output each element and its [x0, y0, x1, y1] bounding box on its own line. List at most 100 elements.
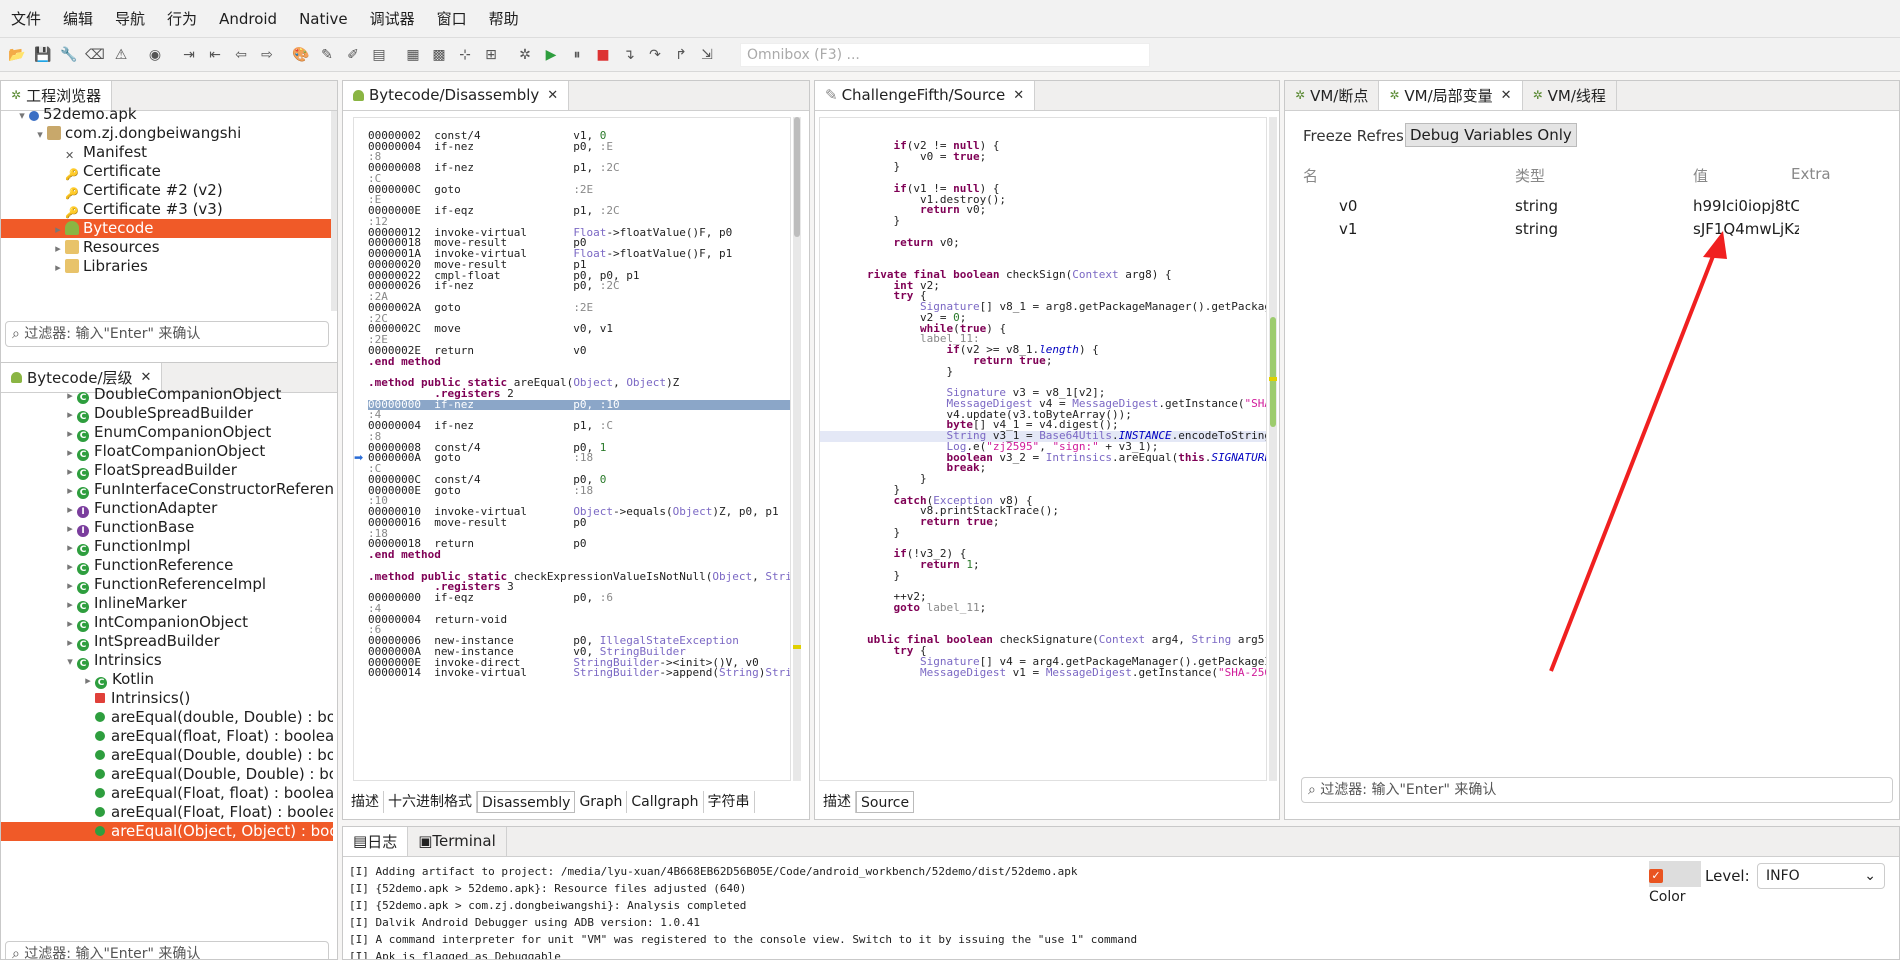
tree-item[interactable]: ▸ C DoubleSpreadBuilder: [1, 404, 333, 423]
tree-item[interactable]: ▸ C EnumCompanionObject: [1, 423, 333, 442]
wrench-icon[interactable]: 🔧: [58, 44, 80, 66]
expand-arrow-icon[interactable]: ▸: [63, 538, 77, 557]
tree-item[interactable]: ▸ C FunctionReferenceImpl: [1, 575, 333, 594]
tree-item[interactable]: ▸ C IntCompanionObject: [1, 613, 333, 632]
blocks-icon[interactable]: ▩: [428, 44, 450, 66]
xref-icon[interactable]: ⇤: [204, 44, 226, 66]
graph-icon[interactable]: ⊹: [454, 44, 476, 66]
stop-icon[interactable]: ■: [592, 44, 614, 66]
bottom-tab[interactable]: 描述: [347, 791, 384, 813]
expand-arrow-icon[interactable]: ▸: [63, 595, 77, 614]
tree-item[interactable]: ▸ I FunctionAdapter: [1, 499, 333, 518]
palette-icon[interactable]: 🎨: [290, 44, 312, 66]
tree-item[interactable]: areEqual(float, Float) : boolean: [1, 727, 333, 746]
tree-item[interactable]: areEqual(Object, Object) : boolean: [1, 822, 333, 841]
expand-arrow-icon[interactable]: ▸: [63, 633, 77, 652]
menu-item-2[interactable]: 导航: [104, 0, 156, 38]
tree-item[interactable]: ▾ C Intrinsics: [1, 651, 333, 670]
menu-item-1[interactable]: 编辑: [52, 0, 104, 38]
menu-item-0[interactable]: 文件: [0, 0, 52, 38]
expand-arrow-icon[interactable]: ▸: [63, 405, 77, 424]
expand-arrow-icon[interactable]: ▸: [81, 671, 95, 690]
doc-icon[interactable]: ▤: [368, 44, 390, 66]
tree-item[interactable]: ▸ C FunInterfaceConstructorReference: [1, 480, 333, 499]
jump-icon[interactable]: ⇥: [178, 44, 200, 66]
warning-icon[interactable]: ⚠: [110, 44, 132, 66]
tree-item[interactable]: ▸ Resources: [1, 238, 331, 257]
tree-item[interactable]: ▸ Bytecode: [1, 219, 331, 238]
tree-item[interactable]: ▸ C FunctionImpl: [1, 537, 333, 556]
tree-item[interactable]: 🔑 Certificate #2 (v2): [1, 181, 331, 200]
tab-log-1[interactable]: ▣ Terminal: [408, 827, 507, 856]
menu-item-7[interactable]: 窗口: [426, 0, 478, 38]
tree-item[interactable]: 🔑 Certificate #3 (v3): [1, 200, 331, 219]
expand-arrow-icon[interactable]: ▸: [51, 220, 65, 239]
bottom-tab[interactable]: Graph: [575, 791, 628, 813]
vm-filter-input[interactable]: ⌕ 过滤器: 输入"Enter" 来确认: [1301, 777, 1893, 803]
run-icon[interactable]: ▶: [540, 44, 562, 66]
bottom-tab[interactable]: 字符串: [704, 791, 755, 813]
expand-arrow-icon[interactable]: ▾: [33, 125, 47, 144]
tree-item[interactable]: ▸ I FunctionBase: [1, 518, 333, 537]
menu-item-4[interactable]: Android: [208, 0, 288, 38]
bottom-tab[interactable]: Disassembly: [477, 791, 576, 813]
level-select[interactable]: INFO ⌄: [1757, 863, 1885, 889]
tree-item[interactable]: ▸ C FloatCompanionObject: [1, 442, 333, 461]
step-into-icon[interactable]: ↴: [618, 44, 640, 66]
step-out-icon[interactable]: ↱: [670, 44, 692, 66]
menu-item-6[interactable]: 调试器: [359, 0, 426, 38]
bottom-tab[interactable]: 十六进制格式: [384, 791, 477, 813]
tree-item[interactable]: areEqual(Float, Float) : boolean: [1, 803, 333, 822]
globe-icon[interactable]: ◉: [144, 44, 166, 66]
open-icon[interactable]: 📂: [6, 44, 28, 66]
step-over-icon[interactable]: ↷: [644, 44, 666, 66]
tree-item[interactable]: areEqual(Float, float) : boolean: [1, 784, 333, 803]
hierarchy-filter-input[interactable]: ⌕ 过滤器: 输入"Enter" 来确认: [5, 941, 329, 959]
tree-item[interactable]: ▸ C FunctionReference: [1, 556, 333, 575]
run-to-cursor-icon[interactable]: ⇲: [696, 44, 718, 66]
expand-arrow-icon[interactable]: ▾: [15, 106, 29, 125]
disassembly-code-view[interactable]: 00000002 const/4 v1, 0 00000004 if-nez p0…: [353, 117, 791, 781]
project-filter-input[interactable]: ⌕ 过滤器: 输入"Enter" 来确认: [5, 321, 329, 347]
tree-item[interactable]: ▾ com.zj.dongbeiwangshi: [1, 124, 331, 143]
expand-arrow-icon[interactable]: ▸: [63, 614, 77, 633]
tab-source[interactable]: ✎ ChallengeFifth/Source ✕: [815, 81, 1036, 110]
expand-arrow-icon[interactable]: ▾: [63, 652, 77, 671]
tree-item[interactable]: ▾ 52demo.apk: [1, 105, 331, 124]
bottom-tab[interactable]: Callgraph: [627, 791, 704, 813]
expand-arrow-icon[interactable]: ▸: [63, 481, 77, 500]
menu-item-5[interactable]: Native: [288, 0, 359, 38]
tree-item[interactable]: 🔑 Certificate: [1, 162, 331, 181]
menu-item-3[interactable]: 行为: [156, 0, 208, 38]
grid-icon[interactable]: ▦: [402, 44, 424, 66]
tree-item[interactable]: ▸ C FloatSpreadBuilder: [1, 461, 333, 480]
tree-item[interactable]: areEqual(double, Double) : boolean: [1, 708, 333, 727]
close-icon[interactable]: ✕: [141, 370, 152, 385]
expand-arrow-icon[interactable]: ▸: [63, 557, 77, 576]
omnibox-input[interactable]: Omnibox (F3) ...: [740, 42, 1150, 67]
scrollbar[interactable]: [1269, 117, 1277, 781]
expand-arrow-icon[interactable]: ▸: [63, 424, 77, 443]
scrollbar[interactable]: [793, 117, 801, 781]
tab-disassembly[interactable]: Bytecode/Disassembly ✕: [343, 81, 570, 110]
tree-item[interactable]: ▸ C Kotlin: [1, 670, 333, 689]
expand-arrow-icon[interactable]: ▸: [51, 239, 65, 258]
expand-arrow-icon[interactable]: ▸: [63, 500, 77, 519]
forward-icon[interactable]: ⇨: [256, 44, 278, 66]
tree-item[interactable]: areEqual(Double, Double) : boolean: [1, 765, 333, 784]
back-icon[interactable]: ⇦: [230, 44, 252, 66]
bottom-tab[interactable]: 描述: [819, 791, 856, 813]
expand-arrow-icon[interactable]: ▸: [51, 258, 65, 277]
expand-arrow-icon[interactable]: ▸: [63, 462, 77, 481]
tree-item[interactable]: ✕ Manifest: [1, 143, 331, 162]
expand-arrow-icon[interactable]: ▸: [63, 519, 77, 538]
comment-icon[interactable]: ✎: [316, 44, 338, 66]
close-icon[interactable]: ✕: [547, 88, 558, 103]
menu-item-8[interactable]: 帮助: [478, 0, 530, 38]
pause-icon[interactable]: ⏸: [566, 44, 588, 66]
bottom-tab[interactable]: Source: [856, 791, 915, 813]
expand-arrow-icon[interactable]: ▸: [63, 443, 77, 462]
tree-item[interactable]: areEqual(Double, double) : boolean: [1, 746, 333, 765]
tree-item[interactable]: ▸ C InlineMarker: [1, 594, 333, 613]
debug-attach-icon[interactable]: ✲: [514, 44, 536, 66]
